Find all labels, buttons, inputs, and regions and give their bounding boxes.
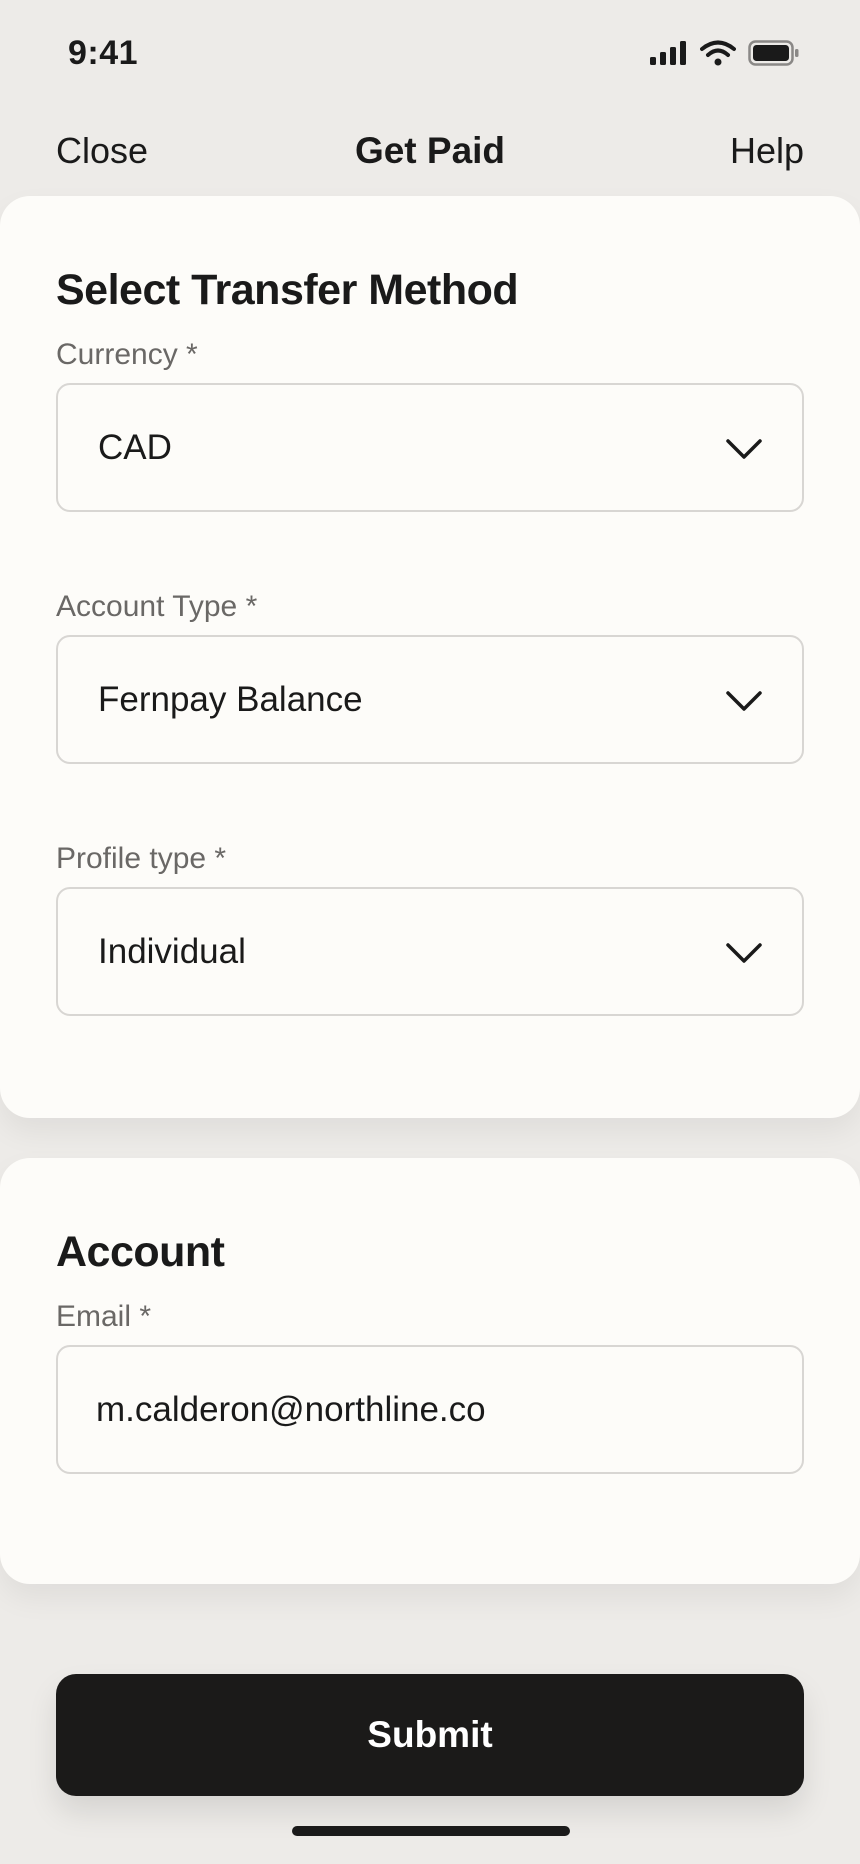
currency-select[interactable]: CAD <box>56 383 804 512</box>
chevron-down-icon <box>726 439 762 459</box>
account-type-label: Account Type * <box>56 590 258 623</box>
help-button[interactable]: Help <box>730 130 804 172</box>
status-bar: 9:41 <box>0 0 860 110</box>
wifi-icon <box>700 40 736 71</box>
nav-bar: Close Get Paid Help <box>0 120 860 190</box>
profile-type-select[interactable]: Individual <box>56 887 804 1016</box>
profile-type-label: Profile type * <box>56 842 227 875</box>
email-field[interactable] <box>96 1349 756 1470</box>
account-title: Account <box>56 1228 225 1276</box>
chevron-down-icon <box>726 943 762 963</box>
battery-icon <box>748 39 800 71</box>
currency-label: Currency * <box>56 338 198 371</box>
transfer-method-card: Select Transfer Method Currency * CAD Ac… <box>0 196 860 1118</box>
get-paid-screen: 9:41 Close Get Paid Help Select Transfer… <box>0 0 860 1864</box>
account-card: Account Email * <box>0 1158 860 1584</box>
home-indicator <box>292 1826 570 1836</box>
email-field-box <box>56 1345 804 1474</box>
currency-value: CAD <box>98 428 172 467</box>
status-time: 9:41 <box>68 34 139 72</box>
cellular-signal-icon <box>650 40 688 70</box>
email-label: Email * <box>56 1300 152 1333</box>
account-type-value: Fernpay Balance <box>98 680 363 719</box>
transfer-method-title: Select Transfer Method <box>56 266 519 314</box>
account-type-select[interactable]: Fernpay Balance <box>56 635 804 764</box>
chevron-down-icon <box>726 691 762 711</box>
profile-type-value: Individual <box>98 932 246 971</box>
submit-button[interactable]: Submit <box>56 1674 804 1796</box>
status-icons <box>650 38 800 72</box>
